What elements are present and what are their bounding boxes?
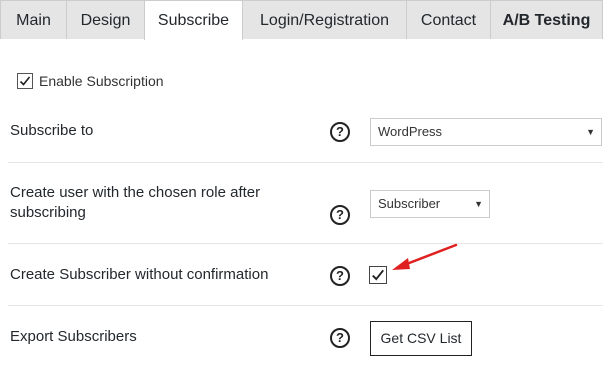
role-label: Create user with the chosen role after s… [10,183,260,223]
tab-ab-testing[interactable]: A/B Testing [490,0,603,39]
role-label-line-2: subscribing [10,204,86,221]
export-help-icon[interactable]: ? [330,328,350,348]
checkmark-icon [19,76,31,86]
subscribe-to-select[interactable]: WordPress ▼ [370,118,602,146]
get-csv-list-button[interactable]: Get CSV List [370,321,472,356]
export-subscribers-label: Export Subscribers [10,328,137,345]
tab-main[interactable]: Main [0,0,67,39]
annotation-arrow-icon [392,243,458,270]
tab-login-registration[interactable]: Login/Registration [242,0,407,39]
no-confirmation-help-icon[interactable]: ? [330,266,350,286]
role-select-value: Subscriber [378,196,441,211]
no-confirmation-label: Create Subscriber without confirmation [10,266,269,283]
chevron-down-icon: ▼ [586,127,595,137]
row-divider [8,162,603,163]
role-select[interactable]: Subscriber ▼ [370,190,490,218]
tab-design[interactable]: Design [66,0,145,39]
role-label-line-1: Create user with the chosen role after [10,184,261,201]
chevron-down-icon: ▼ [474,199,483,209]
subscribe-to-label: Subscribe to [10,122,94,139]
row-divider [8,305,603,306]
enable-subscription-checkbox[interactable] [17,73,33,89]
subscribe-to-help-icon[interactable]: ? [330,122,350,142]
enable-subscription-label: Enable Subscription [39,73,164,89]
role-help-icon[interactable]: ? [330,205,350,225]
subscribe-to-select-value: WordPress [378,124,443,139]
tab-contact[interactable]: Contact [406,0,491,39]
tab-subscribe[interactable]: Subscribe [144,0,243,40]
enable-subscription-row: Enable Subscription [17,71,164,91]
settings-tabs: Main Design Subscribe Login/Registration… [0,0,603,40]
row-divider [8,243,603,244]
